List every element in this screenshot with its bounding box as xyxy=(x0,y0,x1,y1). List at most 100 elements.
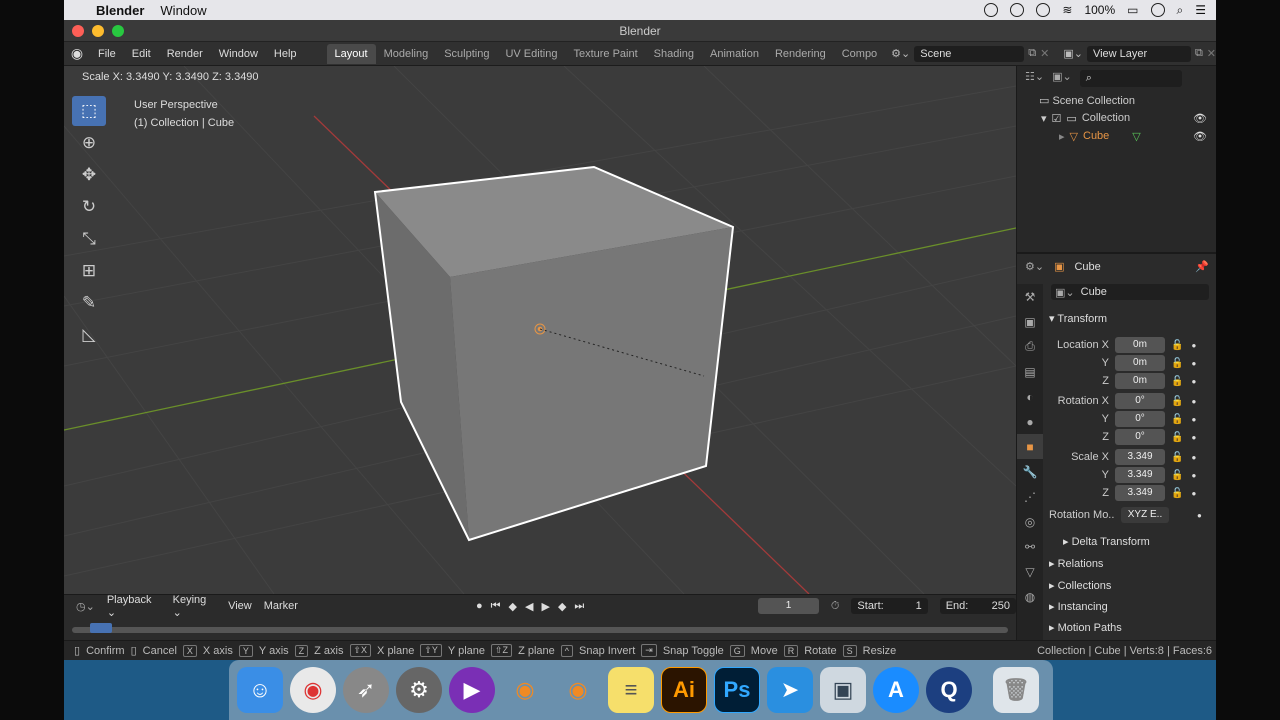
timeline-scrubber[interactable] xyxy=(72,623,1008,633)
measure-tool-icon[interactable]: ◺ xyxy=(72,320,106,350)
annotate-tool-icon[interactable]: ✎ xyxy=(72,288,106,318)
scene-remove-icon[interactable]: ✕ xyxy=(1040,47,1049,60)
tab-animation[interactable]: Animation xyxy=(702,44,767,64)
end-frame-field[interactable]: End: 250 xyxy=(939,598,1017,614)
tab-modeling[interactable]: Modeling xyxy=(376,44,437,64)
view-menu[interactable]: View xyxy=(228,600,252,612)
spotlight-icon[interactable]: ⌕ xyxy=(1177,3,1184,18)
record-icon[interactable]: ● xyxy=(476,600,483,613)
scene-new-icon[interactable]: ⧉ xyxy=(1028,47,1036,60)
keyframe-dot-icon[interactable]: ● xyxy=(1191,489,1196,498)
tab-shading[interactable]: Shading xyxy=(646,44,702,64)
render-tab-icon[interactable]: ▣ xyxy=(1017,309,1043,334)
lock-icon[interactable]: 🔓 xyxy=(1171,358,1183,369)
motion-paths-panel[interactable]: ▸ Motion Paths xyxy=(1049,621,1122,634)
playback-menu[interactable]: Playback ⌄ xyxy=(107,594,161,619)
time-machine-icon[interactable] xyxy=(1036,3,1051,17)
menu-window[interactable]: Window xyxy=(211,48,266,60)
chrome-icon[interactable]: ◉ xyxy=(290,667,336,713)
app-store-icon[interactable]: A xyxy=(873,667,919,713)
object-name-field[interactable]: ▣⌄ Cube xyxy=(1051,284,1209,300)
cursor-tool-icon[interactable]: ⊕ xyxy=(72,128,106,158)
eye-icon[interactable]: 👁 xyxy=(1193,112,1207,125)
scale-z-field[interactable]: 3.349 xyxy=(1115,485,1165,501)
transform-panel-header[interactable]: ▾ Transform xyxy=(1049,312,1107,325)
outliner-row-collection[interactable]: ▾ ☑ ▭ Collection xyxy=(1041,112,1130,125)
keyframe-dot-icon[interactable]: ● xyxy=(1197,511,1202,520)
expand-arrow-icon[interactable]: ▸ xyxy=(1059,130,1065,143)
playhead[interactable] xyxy=(90,623,112,633)
mac-app-name[interactable]: Blender xyxy=(96,3,144,18)
quicktime-icon[interactable]: Q xyxy=(926,667,972,713)
scene-tab-icon[interactable]: ◐ xyxy=(1017,384,1043,409)
control-center-icon[interactable]: ☰ xyxy=(1195,3,1206,17)
screen-record-icon[interactable] xyxy=(984,3,999,17)
select-box-tool-icon[interactable]: ⬚ xyxy=(72,96,106,126)
tab-sculpting[interactable]: Sculpting xyxy=(436,44,497,64)
view-layer-tab-icon[interactable]: ▤ xyxy=(1017,359,1043,384)
mac-menu-window[interactable]: Window xyxy=(160,3,206,18)
rotation-x-field[interactable]: 0° xyxy=(1115,393,1165,409)
keying-menu[interactable]: Keying ⌄ xyxy=(173,594,216,619)
eye-icon[interactable]: 👁 xyxy=(1193,130,1207,143)
tab-rendering[interactable]: Rendering xyxy=(767,44,834,64)
rotation-mode-dropdown[interactable]: XYZ E.. xyxy=(1121,507,1169,523)
next-keyframe-icon[interactable]: ◆ xyxy=(558,600,566,613)
lock-icon[interactable]: 🔓 xyxy=(1171,452,1183,463)
prev-keyframe-icon[interactable]: ◆ xyxy=(509,600,517,613)
world-tab-icon[interactable]: ● xyxy=(1017,409,1043,434)
relations-panel[interactable]: ▸ Relations xyxy=(1049,557,1103,570)
keyframe-dot-icon[interactable]: ● xyxy=(1191,471,1196,480)
close-button[interactable] xyxy=(72,25,84,37)
pin-icon[interactable]: 📌 xyxy=(1195,260,1209,273)
wifi-icon[interactable]: ≋ xyxy=(1062,3,1072,17)
rotate-tool-icon[interactable]: ↻ xyxy=(72,192,106,222)
keyframe-dot-icon[interactable]: ● xyxy=(1191,341,1196,350)
scene-field[interactable]: Scene xyxy=(914,45,1025,62)
particles-tab-icon[interactable]: ⋰ xyxy=(1017,484,1043,509)
keyframe-dot-icon[interactable]: ● xyxy=(1191,415,1196,424)
rotation-y-field[interactable]: 0° xyxy=(1115,411,1165,427)
finder-icon[interactable]: ☺ xyxy=(237,667,283,713)
lock-icon[interactable]: 🔓 xyxy=(1171,470,1183,481)
marker-menu[interactable]: Marker xyxy=(264,600,298,612)
clock-icon[interactable] xyxy=(1150,3,1165,17)
timeline-editor-icon[interactable]: ◷⌄ xyxy=(76,600,95,613)
filter-icon[interactable]: ▣⌄ xyxy=(1052,70,1072,87)
scale-tool-icon[interactable]: ⤡ xyxy=(72,224,106,254)
lock-icon[interactable]: 🔓 xyxy=(1171,376,1183,387)
mesh-data-icon[interactable]: ▽ xyxy=(1132,130,1140,143)
instancing-panel[interactable]: ▸ Instancing xyxy=(1049,600,1108,613)
outliner-row-cube[interactable]: ▸ ▽ Cube ▽ xyxy=(1059,130,1141,143)
outliner-search-input[interactable]: ⌕ xyxy=(1079,70,1182,87)
photoshop-icon[interactable]: Ps xyxy=(714,667,760,713)
cursor-app-icon[interactable]: ➤ xyxy=(767,667,813,713)
keyframe-dot-icon[interactable]: ● xyxy=(1191,359,1196,368)
lock-icon[interactable]: 🔓 xyxy=(1171,488,1183,499)
tab-texture-paint[interactable]: Texture Paint xyxy=(565,44,645,64)
menu-edit[interactable]: Edit xyxy=(124,48,159,60)
view-layer-new-icon[interactable]: ⧉ xyxy=(1195,47,1203,60)
constraints-tab-icon[interactable]: ⚯ xyxy=(1017,534,1043,559)
keyframe-dot-icon[interactable]: ● xyxy=(1191,397,1196,406)
creative-cloud-icon[interactable] xyxy=(1010,3,1025,17)
play-icon[interactable]: ▶ xyxy=(541,600,549,613)
blender-icon[interactable]: ◉ xyxy=(555,667,601,713)
trash-icon[interactable]: 🗑 xyxy=(993,667,1039,713)
delta-transform-panel[interactable]: ▸ Delta Transform xyxy=(1063,535,1150,548)
lock-icon[interactable]: 🔓 xyxy=(1171,414,1183,425)
lock-icon[interactable]: 🔓 xyxy=(1171,396,1183,407)
battery-icon[interactable]: ▭ xyxy=(1127,3,1138,17)
editor-type-icon[interactable]: ⚙⌄ xyxy=(1025,260,1044,273)
menu-render[interactable]: Render xyxy=(159,48,211,60)
checkbox-icon[interactable]: ☑ xyxy=(1052,112,1062,125)
view-layer-field[interactable]: View Layer xyxy=(1086,45,1191,62)
view-layer-remove-icon[interactable]: ✕ xyxy=(1207,47,1216,60)
system-preferences-icon[interactable]: ⚙ xyxy=(396,667,442,713)
start-frame-field[interactable]: Start: 1 xyxy=(851,598,928,614)
display-mode-icon[interactable]: ☷⌄ xyxy=(1025,70,1044,87)
tab-layout[interactable]: Layout xyxy=(326,43,376,64)
current-frame-field[interactable]: 1 xyxy=(758,598,819,614)
3d-viewport[interactable]: Scale X: 3.3490 Y: 3.3490 Z: 3.3490 User… xyxy=(64,66,1016,594)
rotation-z-field[interactable]: 0° xyxy=(1115,429,1165,445)
